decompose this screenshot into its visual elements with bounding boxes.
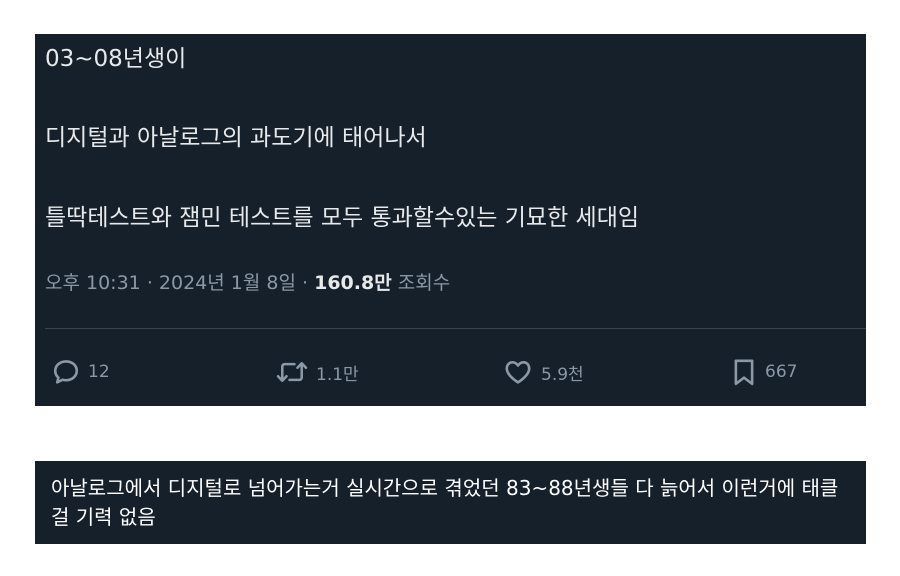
tweet-date[interactable]: 2024년 1월 8일 bbox=[159, 272, 296, 294]
tweet-actions: 12 1.1만 5.9천 667 bbox=[35, 354, 866, 390]
tweet-text-line-3: 틀딱테스트와 잼민 테스트를 모두 통과할수있는 기묘한 세대임 bbox=[45, 205, 640, 231]
retweet-arrows-icon bbox=[275, 357, 309, 387]
like-count: 5.9천 bbox=[541, 364, 584, 385]
divider bbox=[45, 328, 866, 329]
comment-card: 아날로그에서 디지털로 넘어가는거 실시간으로 겪었던 83~88년생들 다 늙… bbox=[35, 461, 866, 544]
reply-button[interactable]: 12 bbox=[51, 354, 110, 390]
tweet-time[interactable]: 오후 10:31 bbox=[45, 272, 141, 294]
retweet-button[interactable]: 1.1만 bbox=[275, 354, 359, 390]
bookmark-button[interactable]: 667 bbox=[730, 354, 797, 390]
tweet-text-line-1: 03~08년생이 bbox=[45, 46, 187, 72]
heart-icon bbox=[502, 357, 534, 387]
tweet-text-line-2: 디지털과 아날로그의 과도기에 태어나서 bbox=[45, 125, 427, 151]
bookmark-count: 667 bbox=[765, 362, 798, 382]
retweet-count: 1.1만 bbox=[316, 364, 359, 385]
like-button[interactable]: 5.9천 bbox=[502, 354, 584, 390]
meta-separator: · bbox=[302, 272, 309, 294]
bookmark-icon bbox=[730, 357, 758, 387]
view-count: 160.8만 bbox=[314, 272, 392, 294]
tweet-card: 03~08년생이 디지털과 아날로그의 과도기에 태어나서 틀딱테스트와 잼민 … bbox=[35, 34, 866, 406]
tweet-meta: 오후 10:31 · 2024년 1월 8일 · 160.8만 조회수 bbox=[45, 270, 450, 296]
reply-count: 12 bbox=[88, 362, 110, 382]
meta-separator: · bbox=[146, 272, 153, 294]
speech-bubble-icon bbox=[51, 357, 81, 387]
view-label: 조회수 bbox=[397, 272, 451, 294]
comment-text: 아날로그에서 디지털로 넘어가는거 실시간으로 겪었던 83~88년생들 다 늙… bbox=[51, 476, 839, 529]
